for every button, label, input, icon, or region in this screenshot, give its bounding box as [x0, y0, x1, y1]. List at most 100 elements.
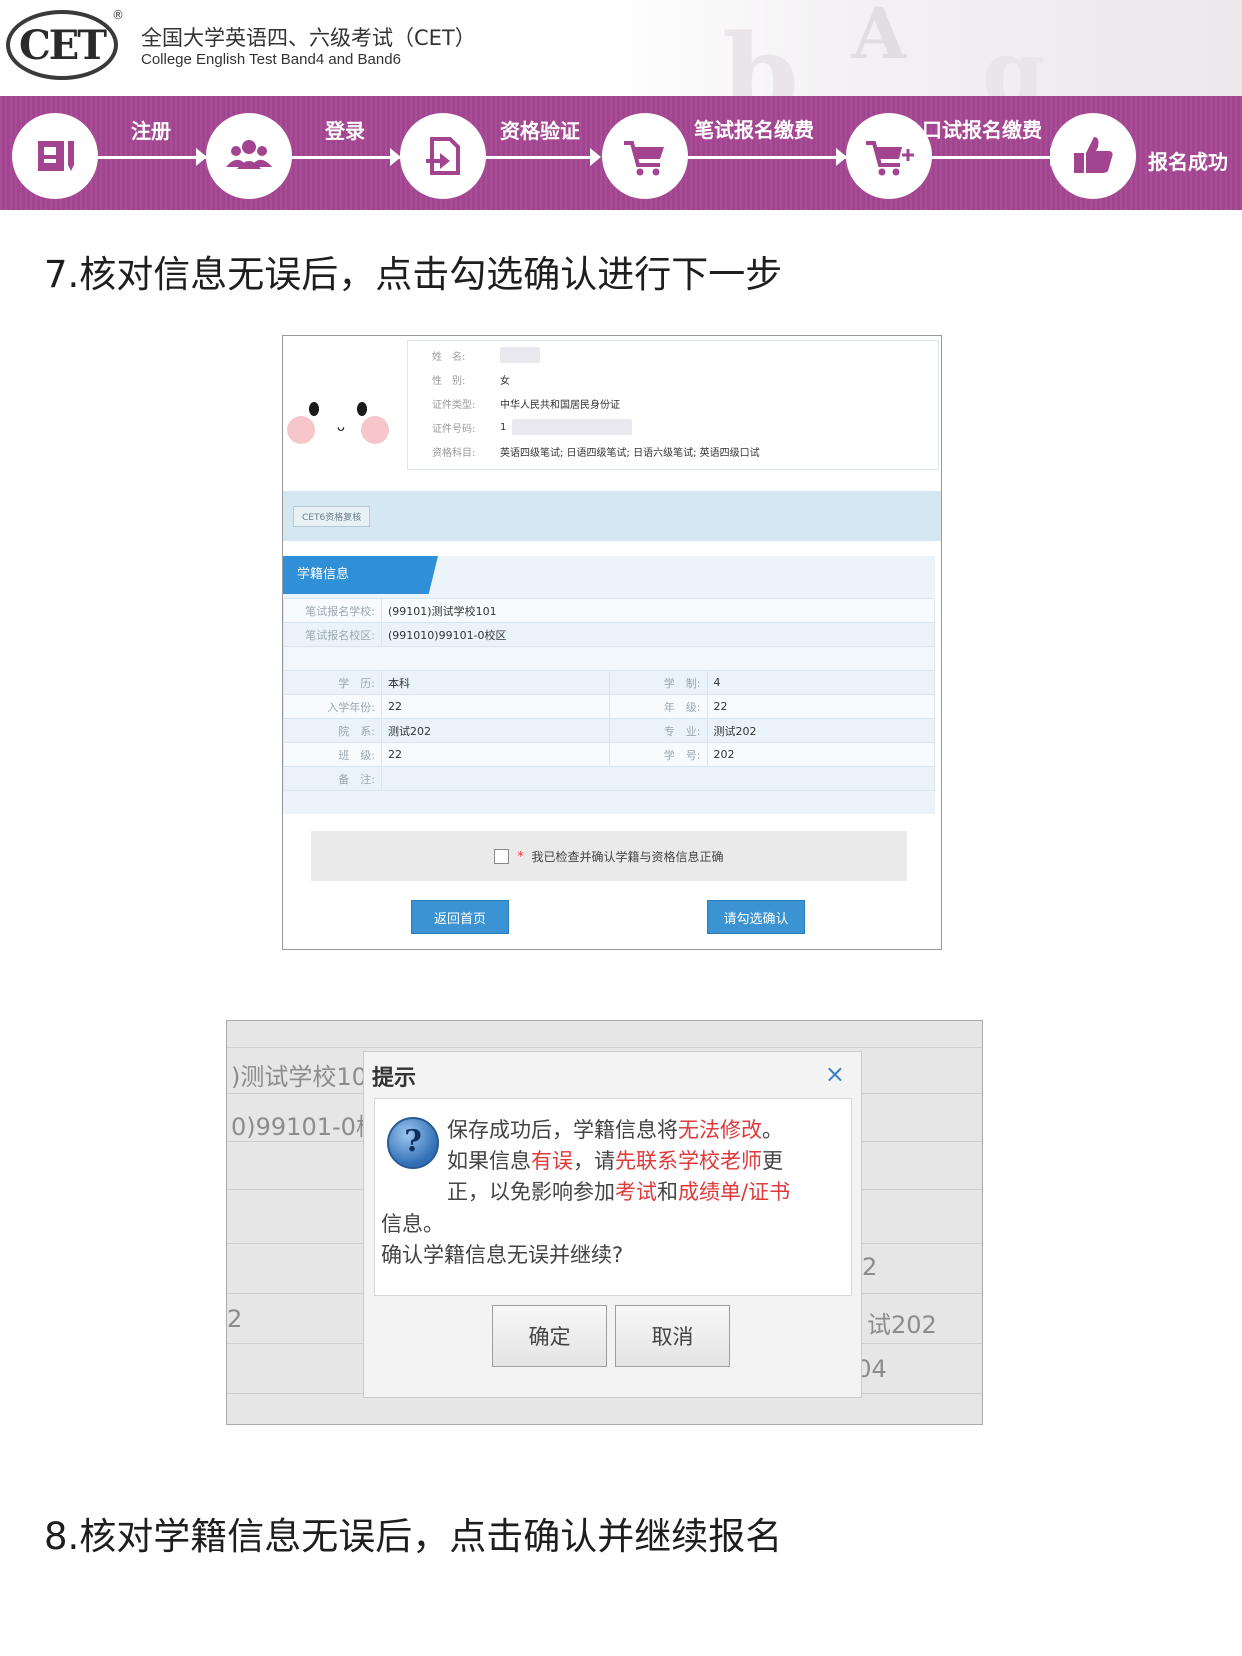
- table-row: 院 系: 测试202 专 业: 测试202: [283, 718, 935, 743]
- step7-heading: 7.核对信息无误后，点击勾选确认进行下一步: [44, 253, 783, 296]
- step-success: [1050, 113, 1136, 199]
- step8-heading: 8.核对学籍信息无误后，点击确认并继续报名: [44, 1515, 783, 1558]
- cancel-button[interactable]: 取消: [615, 1305, 730, 1367]
- registered-mark: ®: [112, 8, 124, 22]
- table-row: 学 历: 本科 学 制: 4: [283, 670, 935, 695]
- step-verify: [400, 113, 486, 199]
- major-label: 专 业:: [608, 718, 708, 743]
- student-id-value: 202: [706, 742, 935, 767]
- cet-logo: CET: [6, 10, 118, 80]
- blurred-id-number: [512, 419, 633, 435]
- msg-text: 和: [657, 1180, 678, 1204]
- confirm-text: 我已检查并确认学籍与资格信息正确: [531, 849, 724, 864]
- confirm-dialog-screenshot: )测试学校10 0)99101-0校 2 2 试202 204 提示 × ? 保…: [226, 1020, 983, 1425]
- step-label-oral-payment: 口试报名缴费: [922, 118, 1042, 142]
- campus-label: 笔试报名校区:: [283, 622, 382, 647]
- check-confirm-button[interactable]: 请勾选确认: [707, 900, 805, 934]
- message-line-4: 信息。: [381, 1212, 444, 1236]
- table-row: 班 级: 22 学 号: 202: [283, 742, 935, 767]
- table-row: 备 注:: [283, 766, 935, 791]
- education-label: 学 历:: [283, 670, 382, 695]
- campus-value: (991010)99101-0校区: [381, 622, 935, 647]
- bg-grade-text: 2: [862, 1253, 878, 1281]
- gender-value: 女: [500, 375, 510, 387]
- confirm-dialog: 提示 × ? 保存成功后，学籍信息将无法修改。 如果信息有误，请先联系学校老师更…: [363, 1051, 862, 1398]
- id-number-value: 1: [500, 421, 507, 433]
- confirm-bar: * 我已检查并确认学籍与资格信息正确: [311, 831, 907, 881]
- enroll-year-value: 22: [381, 694, 610, 719]
- msg-highlight: 无法修改: [678, 1118, 762, 1142]
- duration-value: 4: [706, 670, 935, 695]
- id-number-row: 证件号码: 1: [432, 417, 633, 437]
- id-type-label: 证件类型:: [432, 399, 476, 411]
- school-label: 笔试报名学校:: [283, 598, 382, 623]
- department-value: 测试202: [381, 718, 610, 743]
- header-title-en: College English Test Band4 and Band6: [141, 51, 401, 68]
- student-status-panel: 学籍信息 笔试报名学校: (99101)测试学校101 笔试报名校区: (991…: [283, 556, 935, 814]
- step-label-login: 登录: [325, 119, 365, 143]
- register-icon: [38, 141, 74, 171]
- thumbs-up-icon: [1074, 137, 1113, 173]
- users-icon: [226, 140, 272, 169]
- msg-text: ，请: [573, 1149, 615, 1173]
- gender-label: 性 别:: [432, 375, 466, 387]
- step-label-written-payment: 笔试报名缴费: [694, 118, 814, 142]
- step-label-success: 报名成功: [1148, 150, 1228, 174]
- bg-campus-text: 0)99101-0校: [231, 1113, 380, 1141]
- verify-icon: [426, 137, 460, 175]
- step-login: [206, 113, 292, 199]
- student-id-label: 学 号:: [608, 742, 708, 767]
- header-title-cn: 全国大学英语四、六级考试（CET）: [141, 26, 476, 50]
- confirm-checkbox[interactable]: [494, 848, 510, 864]
- msg-text: 保存成功后，学籍信息将: [447, 1118, 678, 1142]
- remark-label: 备 注:: [283, 766, 382, 791]
- name-label: 姓 名:: [432, 351, 466, 363]
- cet6-review-tag[interactable]: CET6资格复核: [293, 506, 371, 527]
- student-status-table: 笔试报名学校: (99101)测试学校101 笔试报名校区: (991010)9…: [283, 598, 935, 791]
- subjects-label: 资格科目:: [432, 447, 476, 459]
- message-line-5: 确认学籍信息无误并继续?: [381, 1243, 624, 1267]
- grade-value: 22: [706, 694, 935, 719]
- id-type-value: 中华人民共和国居民身份证: [500, 399, 620, 411]
- cet6-review-band: CET6资格复核: [283, 491, 941, 541]
- required-star: *: [517, 849, 524, 863]
- msg-highlight: 先联系学校老师: [615, 1149, 762, 1173]
- school-value: (99101)测试学校101: [381, 598, 935, 623]
- msg-text: 。: [762, 1118, 783, 1142]
- step-written-payment: [602, 113, 688, 199]
- id-number-label: 证件号码:: [432, 423, 476, 435]
- ok-button[interactable]: 确定: [492, 1305, 607, 1367]
- education-value: 本科: [381, 670, 610, 695]
- remark-value: [381, 766, 935, 791]
- msg-text: 如果信息: [447, 1149, 531, 1173]
- registration-steps-bar: 注册 登录 资格验证 笔试报名缴费 口试报名缴费 报名成功: [0, 96, 1242, 210]
- major-value: 测试202: [706, 718, 935, 743]
- id-type-row: 证件类型: 中华人民共和国居民身份证: [432, 393, 620, 413]
- enroll-year-label: 入学年份:: [283, 694, 382, 719]
- cart-icon: [624, 141, 664, 176]
- dialog-body: ? 保存成功后，学籍信息将无法修改。 如果信息有误，请先联系学校老师更 正，以免…: [374, 1098, 852, 1296]
- message-line-2: 如果信息有误，请先联系学校老师更: [447, 1146, 783, 1177]
- step-oral-payment: [846, 113, 932, 199]
- close-icon[interactable]: ×: [825, 1060, 845, 1088]
- bg-dept-text: 2: [227, 1305, 243, 1333]
- site-header: A b g CET ® 全国大学英语四、六级考试（CET） College En…: [0, 0, 1242, 96]
- msg-highlight: 有误: [531, 1149, 573, 1173]
- table-row: [283, 646, 935, 671]
- grade-label: 年 级:: [608, 694, 708, 719]
- msg-highlight: 考试: [615, 1180, 657, 1204]
- msg-text: 更: [762, 1149, 783, 1173]
- header-decoration: A b g: [602, 0, 1242, 96]
- dialog-title: 提示: [372, 1066, 417, 1091]
- gender-row: 性 别: 女: [432, 369, 510, 389]
- back-home-button[interactable]: 返回首页: [411, 900, 509, 934]
- subjects-value: 英语四级笔试; 日语四级笔试; 日语六级笔试; 英语四级口试: [500, 447, 760, 459]
- msg-highlight: 成绩单/证书: [678, 1180, 791, 1204]
- class-label: 班 级:: [283, 742, 382, 767]
- student-status-tab: 学籍信息: [283, 556, 438, 594]
- name-row: 姓 名:: [432, 345, 540, 365]
- duration-label: 学 制:: [608, 670, 708, 695]
- step-label-register: 注册: [131, 119, 171, 143]
- table-row: 入学年份: 22 年 级: 22: [283, 694, 935, 719]
- message-line-1: 保存成功后，学籍信息将无法修改。: [447, 1115, 783, 1146]
